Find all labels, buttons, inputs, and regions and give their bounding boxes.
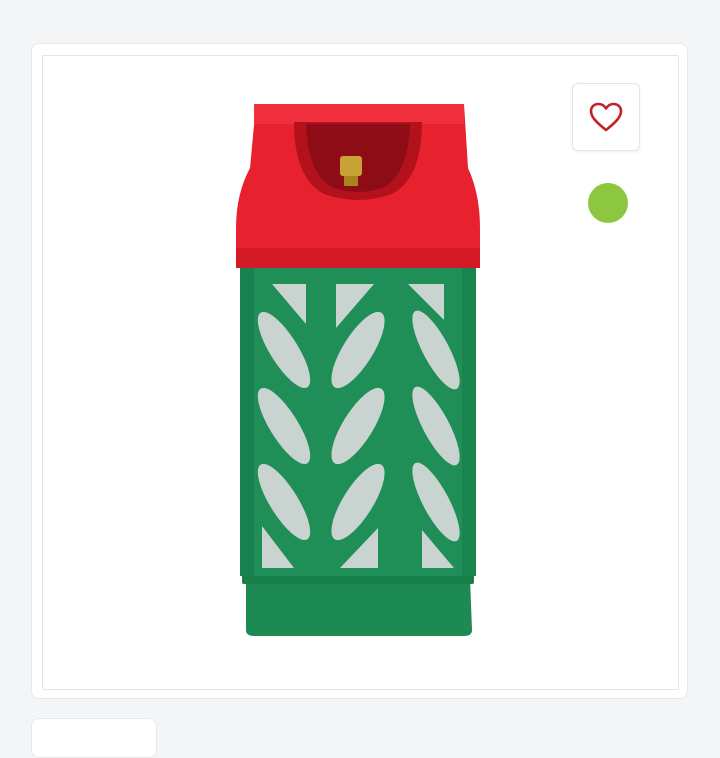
heart-outline-icon: [589, 102, 623, 132]
favorite-button[interactable]: [572, 83, 640, 151]
availability-dot: [588, 183, 628, 223]
next-product-card[interactable]: [31, 718, 157, 758]
gas-cylinder-image: [236, 104, 480, 636]
